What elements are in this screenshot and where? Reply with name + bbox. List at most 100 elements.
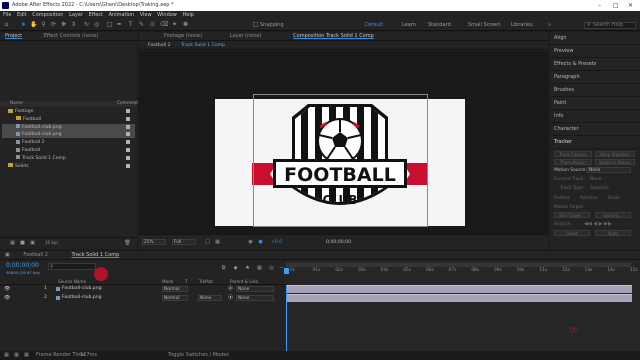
workspace-default[interactable]: Default (365, 19, 383, 31)
layer-duration-bar[interactable] (287, 294, 632, 302)
project-item[interactable]: Football (2, 147, 135, 154)
layer-source-name[interactable]: Football-club.png (62, 294, 102, 302)
menu-composition[interactable]: Composition (32, 12, 63, 18)
layer-source-name[interactable]: Football-club.png (62, 285, 102, 293)
expand-modes-icon[interactable]: ▦ (13, 352, 20, 359)
project-item[interactable]: Solids (2, 163, 135, 170)
apply-button[interactable]: Apply (595, 230, 631, 236)
roto-brush-icon[interactable]: ✦ (171, 21, 178, 28)
scale-checkbox[interactable]: Scale (608, 195, 619, 200)
breadcrumb-track-solid[interactable]: Track Solid 1 Comp (181, 43, 225, 48)
layer-bounding-box[interactable] (253, 94, 428, 227)
breadcrumb-football-2[interactable]: Football 2 (148, 43, 171, 48)
label-color-swatch[interactable] (126, 109, 130, 113)
viewer-timecode[interactable]: 0;00;00;00 (326, 235, 351, 250)
project-item[interactable]: Football 2 (2, 139, 135, 146)
brush-tool-icon[interactable]: ✎ (138, 21, 145, 28)
interpret-footage-icon[interactable]: ▦ (9, 240, 16, 247)
panel-info[interactable]: Info (550, 110, 640, 123)
panel-tracker[interactable]: Tracker (550, 136, 640, 149)
rectangle-tool-icon[interactable]: □ (106, 21, 113, 28)
transparency-grid-icon[interactable]: ▦ (214, 239, 221, 246)
menu-effect[interactable]: Effect (89, 12, 103, 18)
parent-pickwhip-icon[interactable]: ⦿ (228, 294, 233, 302)
clone-tool-icon[interactable]: ⊙ (149, 21, 156, 28)
stabilize-motion-button[interactable]: Stabilize Motion (595, 159, 635, 165)
expand-in-out-icon[interactable]: ▦ (23, 352, 30, 359)
panel-preview[interactable]: Preview (550, 45, 640, 58)
type-tool-icon[interactable]: T (127, 21, 134, 28)
layer-parent-dropdown[interactable]: None (236, 286, 274, 292)
tab-composition[interactable]: Composition Track Solid 1 Comp (293, 33, 374, 39)
tab-layer[interactable]: Layer (none) (230, 33, 262, 39)
rotate-tool-icon[interactable]: ↻ (83, 21, 90, 28)
label-color-swatch[interactable] (126, 116, 130, 121)
timeline-timecode[interactable]: 0;00;00;00 (6, 262, 39, 269)
tab-project[interactable]: Project (5, 33, 22, 39)
exposure-value[interactable]: +0.0 (271, 235, 282, 250)
new-folder-icon[interactable]: ■ (19, 240, 26, 247)
track-camera-button[interactable]: Track Camera (554, 151, 592, 157)
bit-depth-label[interactable]: 16 bpc (45, 240, 59, 245)
work-area-bar[interactable] (286, 263, 631, 267)
layer-parent-dropdown[interactable]: None (236, 295, 274, 301)
project-item[interactable]: Track Solid 1 Comp (2, 155, 135, 162)
label-color-swatch[interactable] (126, 163, 130, 168)
tab-effect-controls[interactable]: Effect Controls (none) (44, 33, 99, 39)
workspace-overflow-icon[interactable]: » (548, 19, 551, 31)
motion-blur-icon[interactable]: ◎ (268, 265, 275, 272)
snapping-checkbox-icon[interactable]: □ (252, 21, 259, 28)
zoom-dropdown[interactable]: 25% (142, 239, 166, 245)
time-ruler[interactable]: 0s 01s 02s 03s 04s 05s 06s 07s 08s 09s 10s 11s 12s 13… (286, 268, 640, 276)
visibility-eye-icon[interactable]: 👁 (4, 285, 10, 293)
region-of-interest-icon[interactable]: □ (204, 239, 211, 246)
shy-layers-icon[interactable]: ♠ (244, 265, 251, 272)
anchor-tool-icon[interactable]: ◎ (93, 21, 100, 28)
layer-mode-dropdown[interactable]: Normal (162, 295, 188, 301)
close-icon[interactable]: ✕ (628, 0, 633, 11)
orbit-tool-icon[interactable]: ⟳ (50, 21, 57, 28)
timeline-tracks[interactable]: 0s 01s 02s 03s 04s 05s 06s 07s 08s 09s 10s 11s 12s 13… (286, 261, 640, 351)
draft-3d-icon[interactable]: ◆ (232, 265, 239, 272)
toggle-switches-modes[interactable]: Toggle Switches / Modes (168, 351, 229, 360)
comp-flowchart-icon[interactable]: ⧉ (220, 265, 227, 272)
trkmat-header[interactable]: TrkMat (199, 278, 213, 285)
layer-row[interactable]: 👁 1 Football-club.png Normal ⦿ None (0, 285, 286, 293)
t-header[interactable]: T (185, 278, 188, 285)
tab-football-2[interactable]: Football 2 (23, 252, 48, 258)
menu-window[interactable]: Window (157, 12, 177, 18)
label-color-swatch[interactable] (126, 124, 130, 129)
label-color-swatch[interactable] (126, 155, 130, 160)
column-comment-header[interactable]: Comment (117, 101, 138, 107)
panel-paint[interactable]: Paint (550, 97, 640, 110)
project-item[interactable]: Football-club.png (2, 131, 135, 139)
track-motion-button[interactable]: Track Motion (554, 159, 592, 165)
pen-tool-icon[interactable]: ✒ (116, 21, 123, 28)
menu-help[interactable]: Help (182, 12, 193, 18)
home-icon[interactable]: ⌂ (3, 21, 10, 28)
rotation-checkbox[interactable]: Rotation (580, 195, 598, 200)
render-queue-icon[interactable]: ▣ (5, 252, 10, 258)
zoom-tool-icon[interactable]: ⚲ (40, 21, 47, 28)
menu-animation[interactable]: Animation (109, 12, 135, 18)
color-channel-icon[interactable]: ● (257, 239, 264, 246)
label-color-swatch[interactable] (126, 148, 130, 152)
layer-row[interactable]: 👁 2 Football-club.png Normal None ⦿ None (0, 294, 286, 302)
workspace-learn[interactable]: Learn (402, 19, 416, 31)
delete-icon[interactable]: 🗑 (124, 240, 131, 247)
hand-tool-icon[interactable]: ✋ (30, 21, 37, 28)
workspace-standard[interactable]: Standard (428, 19, 451, 31)
label-color-swatch[interactable] (126, 132, 130, 137)
pan-tool-icon[interactable]: ✥ (60, 21, 67, 28)
selection-tool-icon[interactable]: ➤ (20, 21, 27, 28)
frame-blending-icon[interactable]: ▦ (256, 265, 263, 272)
panel-effects-presets[interactable]: Effects & Presets (550, 58, 640, 71)
snapshot-icon[interactable]: ◉ (247, 239, 254, 246)
panel-character[interactable]: Character (550, 123, 640, 136)
workspace-small-screen[interactable]: Small Screen (468, 19, 501, 31)
maximize-icon[interactable]: □ (613, 0, 619, 11)
reset-button[interactable]: Reset (554, 230, 590, 236)
playhead-handle[interactable] (284, 268, 289, 274)
panel-brushes[interactable]: Brushes (550, 84, 640, 97)
options-button[interactable]: Options... (595, 212, 631, 218)
